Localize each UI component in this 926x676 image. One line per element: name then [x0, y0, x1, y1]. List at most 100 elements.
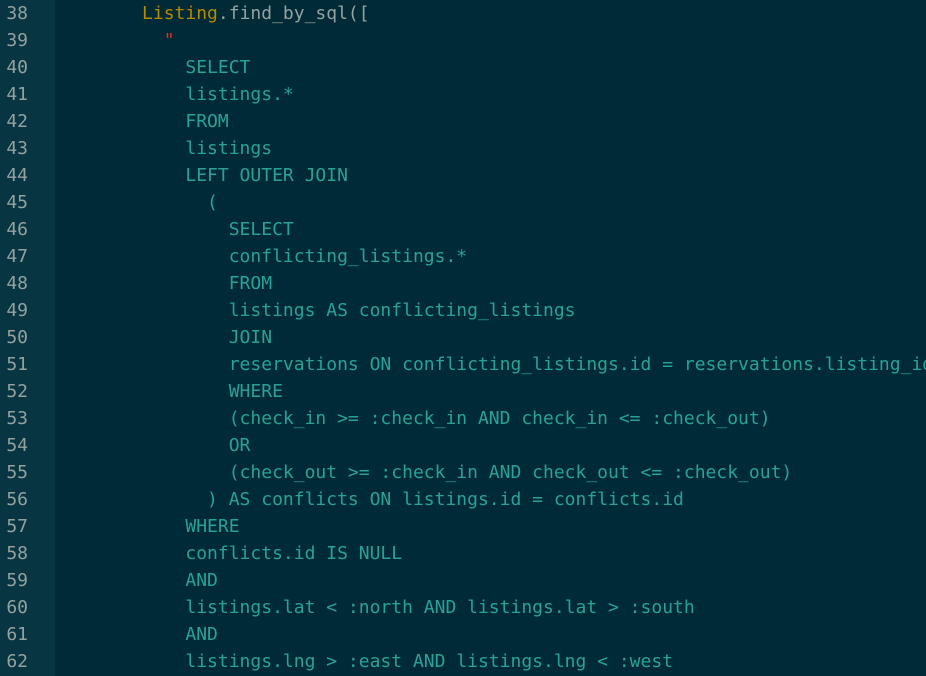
- code-token-sql: ) AS conflicts ON listings.id = conflict…: [77, 489, 684, 510]
- line-number: 49: [6, 300, 28, 321]
- code-line[interactable]: 38 Listing.find_by_sql([: [0, 0, 926, 27]
- code-text: (: [77, 189, 218, 216]
- code-line[interactable]: 62 listings.lng > :east AND listings.lng…: [0, 648, 926, 675]
- code-token-sql: (: [77, 192, 218, 213]
- line-number: 38: [6, 3, 28, 24]
- code-text: Listing.find_by_sql([: [77, 0, 370, 27]
- code-text: listings.*: [77, 81, 294, 108]
- code-line[interactable]: 39 ": [0, 27, 926, 54]
- line-number: 55: [6, 462, 28, 483]
- code-token-sql: SELECT: [77, 219, 294, 240]
- code-line[interactable]: 53 (check_in >= :check_in AND check_in <…: [0, 405, 926, 432]
- code-text: AND: [77, 567, 218, 594]
- code-token-sql: WHERE: [77, 516, 240, 537]
- code-line[interactable]: 42 FROM: [0, 108, 926, 135]
- code-line[interactable]: 60 listings.lat < :north AND listings.la…: [0, 594, 926, 621]
- code-token-sql: OR: [77, 435, 251, 456]
- code-text: SELECT: [77, 54, 250, 81]
- code-token-method: .find_by_sql([: [217, 3, 370, 24]
- code-line[interactable]: 49 listings AS conflicting_listings: [0, 297, 926, 324]
- code-text: conflicts.id IS NULL: [77, 540, 402, 567]
- code-token-sql: conflicts.id IS NULL: [77, 543, 403, 564]
- code-text: WHERE: [77, 378, 283, 405]
- code-token-sql: AND: [77, 570, 218, 591]
- code-line[interactable]: 50 JOIN: [0, 324, 926, 351]
- code-line[interactable]: 40 SELECT: [0, 54, 926, 81]
- code-line[interactable]: 55 (check_out >= :check_in AND check_out…: [0, 459, 926, 486]
- code-text: LEFT OUTER JOIN: [77, 162, 348, 189]
- line-number: 57: [6, 516, 28, 537]
- line-number: 39: [6, 30, 28, 51]
- code-token-sql: JOIN: [77, 327, 273, 348]
- line-number: 56: [6, 489, 28, 510]
- line-number: 59: [6, 570, 28, 591]
- code-token-sql: [77, 30, 164, 51]
- code-line[interactable]: 48 FROM: [0, 270, 926, 297]
- code-text: reservations ON conflicting_listings.id …: [77, 351, 926, 378]
- line-number: 40: [6, 57, 28, 78]
- code-text: SELECT: [77, 216, 294, 243]
- code-text: listings.lat < :north AND listings.lat >…: [77, 594, 695, 621]
- code-text: FROM: [77, 270, 272, 297]
- code-token-sql: AND: [77, 624, 218, 645]
- code-text: listings: [77, 135, 272, 162]
- code-token-sql: FROM: [77, 111, 229, 132]
- line-number: 41: [6, 84, 28, 105]
- code-line[interactable]: 41 listings.*: [0, 81, 926, 108]
- code-editor[interactable]: 38 Listing.find_by_sql([39 " 40 SELECT 41 …: [0, 0, 926, 676]
- line-number: 58: [6, 543, 28, 564]
- line-number: 48: [6, 273, 28, 294]
- code-line[interactable]: 61 AND: [0, 621, 926, 648]
- code-token-sql: conflicting_listings.*: [77, 246, 468, 267]
- code-line[interactable]: 52 WHERE: [0, 378, 926, 405]
- code-token-sql: [77, 3, 142, 24]
- code-line[interactable]: 46 SELECT: [0, 216, 926, 243]
- line-number: 53: [6, 408, 28, 429]
- line-number: 61: [6, 624, 28, 645]
- code-line[interactable]: 45 (: [0, 189, 926, 216]
- line-number: 47: [6, 246, 28, 267]
- code-token-sql: (check_out >= :check_in AND check_out <=…: [77, 462, 793, 483]
- code-token-sql: FROM: [77, 273, 273, 294]
- line-number: 50: [6, 327, 28, 348]
- code-token-sql: LEFT OUTER JOIN: [77, 165, 348, 186]
- code-text: conflicting_listings.*: [77, 243, 467, 270]
- code-line[interactable]: 58 conflicts.id IS NULL: [0, 540, 926, 567]
- code-text: JOIN: [77, 324, 272, 351]
- code-text: FROM: [77, 108, 229, 135]
- code-token-sql: listings.lng > :east AND listings.lng < …: [77, 651, 674, 672]
- code-line[interactable]: 51 reservations ON conflicting_listings.…: [0, 351, 926, 378]
- code-line[interactable]: 44 LEFT OUTER JOIN: [0, 162, 926, 189]
- line-number: 43: [6, 138, 28, 159]
- line-number: 44: [6, 165, 28, 186]
- code-text: AND: [77, 621, 218, 648]
- code-token-sql: SELECT: [77, 57, 251, 78]
- code-text: (check_in >= :check_in AND check_in <= :…: [77, 405, 771, 432]
- code-token-sql: listings: [77, 138, 273, 159]
- code-line[interactable]: 59 AND: [0, 567, 926, 594]
- code-text: (check_out >= :check_in AND check_out <=…: [77, 459, 793, 486]
- code-token-sql: reservations ON conflicting_listings.id …: [77, 354, 926, 375]
- code-token-class: Listing: [142, 3, 218, 24]
- line-number: 42: [6, 111, 28, 132]
- code-token-sql: listings.lat < :north AND listings.lat >…: [77, 597, 695, 618]
- code-line[interactable]: 57 WHERE: [0, 513, 926, 540]
- code-token-string: ": [163, 30, 175, 51]
- code-text: WHERE: [77, 513, 240, 540]
- line-number: 60: [6, 597, 28, 618]
- line-number: 46: [6, 219, 28, 240]
- code-text: OR: [77, 432, 251, 459]
- code-line[interactable]: 47 conflicting_listings.*: [0, 243, 926, 270]
- code-token-sql: WHERE: [77, 381, 283, 402]
- line-number: 52: [6, 381, 28, 402]
- code-line[interactable]: 43 listings: [0, 135, 926, 162]
- line-number: 51: [6, 354, 28, 375]
- line-number: 62: [6, 651, 28, 672]
- code-text: ) AS conflicts ON listings.id = conflict…: [77, 486, 684, 513]
- code-line[interactable]: 56 ) AS conflicts ON listings.id = confl…: [0, 486, 926, 513]
- code-token-sql: listings AS conflicting_listings: [77, 300, 576, 321]
- line-number: 45: [6, 192, 28, 213]
- line-number: 54: [6, 435, 28, 456]
- code-token-sql: listings.*: [77, 84, 294, 105]
- code-line[interactable]: 54 OR: [0, 432, 926, 459]
